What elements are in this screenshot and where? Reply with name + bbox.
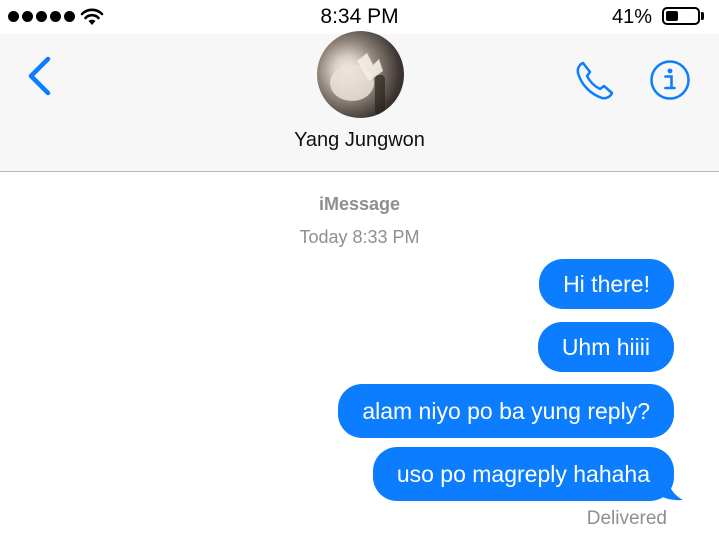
info-icon[interactable] <box>649 59 691 101</box>
contact-avatar[interactable] <box>317 31 404 118</box>
conversation-header: Yang Jungwon <box>0 31 719 172</box>
battery-cap <box>701 12 704 20</box>
contact-name[interactable]: Yang Jungwon <box>0 129 719 152</box>
delivery-status: Delivered <box>586 508 667 529</box>
message-bubble[interactable]: uso po magreply hahaha <box>372 447 674 501</box>
message-bubble[interactable]: Hi there! <box>539 259 674 309</box>
battery-icon <box>662 7 700 25</box>
service-label: iMessage <box>318 194 401 214</box>
message-bubble[interactable]: alam niyo po ba yung reply? <box>338 384 674 438</box>
message-bubble[interactable]: Uhm hiiii <box>537 322 674 372</box>
bubble-tail <box>652 467 683 501</box>
battery-level <box>666 11 678 21</box>
status-bar: 8:34 PM 41% <box>0 0 719 34</box>
chevron-left-icon[interactable] <box>24 56 54 96</box>
phone-icon[interactable] <box>572 58 618 104</box>
avatar-photo <box>330 53 385 115</box>
message-timestamp: Today 8:33 PM <box>299 227 420 247</box>
battery-percentage: 41% <box>612 6 653 28</box>
